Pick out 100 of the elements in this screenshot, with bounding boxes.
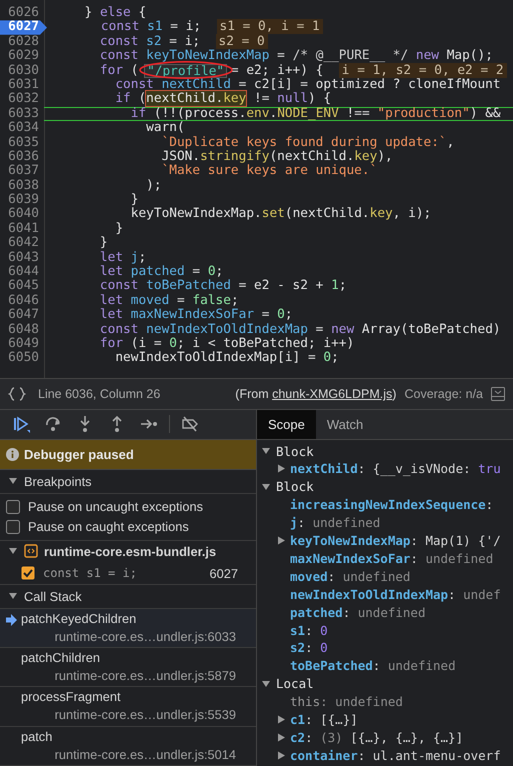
line-number[interactable]: 6031 — [0, 78, 44, 92]
breakpoint-line-number[interactable]: 6027 — [0, 20, 47, 35]
line-number[interactable]: 6045 — [0, 279, 44, 294]
line-number[interactable]: 6030 — [0, 64, 44, 78]
scope-section-title[interactable]: Local — [276, 676, 314, 692]
sidebar-tab[interactable]: Scope — [257, 410, 316, 439]
line-number[interactable]: 6028 — [0, 34, 44, 50]
line-number[interactable]: 6034 — [0, 121, 44, 136]
collapsed-arrow-icon[interactable] — [277, 536, 286, 546]
sidebar-tab[interactable]: Watch — [316, 410, 374, 439]
hover-tooltip: "/profile" — [144, 64, 228, 78]
scope-section-title[interactable]: Block — [276, 444, 314, 458]
scope-variable[interactable]: c1: [{…}] — [290, 712, 358, 728]
source-file-link[interactable]: chunk-XMG6LDPM.js — [272, 387, 392, 401]
checkbox[interactable] — [21, 566, 35, 580]
code-line: let j; — [98, 250, 148, 265]
scope-variable[interactable]: c2: (3) [{…}, {…}, {…}] — [290, 730, 464, 746]
line-number[interactable]: 6049 — [0, 336, 44, 352]
line-number[interactable]: 6050 — [0, 351, 44, 366]
call-frame[interactable]: patchKeyedChildren runtime-core.es…undler.js:6033 — [0, 608, 256, 648]
scope-variable[interactable]: maxNewIndexSoFar: undefined — [290, 551, 494, 566]
scope-variable[interactable]: s2: 0 — [290, 640, 328, 656]
call-frame[interactable]: patchChildren runtime-core.es…undler.js:5879 — [0, 648, 256, 688]
breakpoint-line: 6027 — [210, 566, 238, 581]
checkbox[interactable] — [6, 520, 20, 534]
script-file-icon — [24, 544, 38, 558]
code-line: const nextChild = c2[i] = optimized ? cloneIfMount — [114, 78, 502, 92]
line-number[interactable]: 6043 — [0, 250, 44, 266]
line-number[interactable]: 6033 — [0, 106, 44, 122]
deactivate-breakpoints-icon[interactable] — [181, 415, 199, 434]
scope-variable[interactable]: j: undefined — [290, 515, 380, 530]
scope-variable[interactable]: patched: undefined — [290, 604, 426, 620]
code-line: newIndexToOldIndexMap[i] = 0; — [114, 351, 340, 366]
scope-variable[interactable]: moved: undefined — [290, 568, 410, 584]
checkbox-label[interactable]: Pause on caught exceptions — [28, 519, 189, 534]
resume-icon[interactable] — [12, 415, 30, 434]
expanded-arrow-icon[interactable] — [8, 591, 18, 602]
scope-variable[interactable]: toBePatched: undefined — [290, 658, 456, 674]
code-line: const toBePatched = e2 - s2 + 1; — [98, 279, 348, 294]
call-frame[interactable]: patch runtime-core.es…undler.js:5014 — [0, 726, 256, 766]
frame-location: runtime-core.es…undler.js:6033 — [54, 628, 237, 646]
scope-section-title[interactable]: Block — [276, 479, 314, 494]
line-number[interactable]: 6041 — [0, 222, 44, 236]
function-name: patch — [21, 728, 52, 746]
code-line: const s2 = i; s2 = 0 — [44, 34, 513, 50]
code-line: const newIndexToOldIndexMap = new Array(toBePatched) — [98, 322, 502, 337]
checkbox[interactable] — [6, 500, 20, 514]
collapsed-arrow-icon[interactable] — [277, 715, 286, 724]
code-line: if (!!(process.env.NODE_ENV !== "production") && — [44, 106, 513, 122]
line-number[interactable]: 6046 — [0, 294, 44, 308]
collapsed-arrow-icon[interactable] — [277, 733, 286, 742]
info-icon — [6, 448, 19, 461]
line-number[interactable]: 6035 — [0, 136, 44, 150]
line-number[interactable]: 6047 — [0, 308, 44, 323]
line-number[interactable]: 6026 — [0, 6, 44, 20]
section-title: Call Stack — [24, 588, 82, 604]
collapsed-arrow-icon[interactable] — [277, 750, 286, 760]
call-frame[interactable]: processFragment runtime-core.es…undler.js:5539 — [0, 687, 256, 727]
line-number[interactable]: 6036 — [0, 150, 44, 164]
expanded-arrow-icon[interactable] — [8, 546, 18, 556]
line-number[interactable]: 6037 — [0, 164, 44, 179]
code-line: } — [130, 193, 138, 208]
step-over-icon[interactable] — [44, 415, 62, 434]
code-line: let moved = false; — [98, 294, 240, 308]
line-number[interactable]: 6038 — [0, 178, 44, 194]
code-line: } else { — [84, 6, 148, 20]
expanded-arrow-icon[interactable] — [261, 446, 271, 456]
scope-variable[interactable]: nextChild: {__v_isVNode: tru — [290, 461, 501, 476]
frame-location: runtime-core.es…undler.js:5014 — [54, 746, 237, 764]
code-line: let maxNewIndexSoFar = 0; — [98, 308, 294, 323]
scope-variable[interactable]: increasingNewIndexSequence: — [290, 497, 494, 512]
dock-icon[interactable] — [491, 387, 505, 401]
expanded-arrow-icon[interactable] — [8, 476, 18, 486]
scope-variable[interactable]: container: ul.ant-menu-overf — [290, 748, 501, 763]
line-number[interactable]: 6039 — [0, 193, 44, 208]
collapsed-arrow-icon[interactable] — [277, 464, 286, 474]
scope-variable[interactable]: newIndexToOldIndexMap: undef — [290, 586, 501, 602]
line-number[interactable]: 6040 — [0, 207, 44, 222]
code-line: } — [98, 236, 109, 251]
code-line: } — [114, 222, 124, 236]
pretty-print-icon[interactable] — [8, 387, 26, 401]
line-number[interactable]: 6032 — [0, 92, 44, 107]
code-line: if (nextChild.key != null) { — [114, 92, 332, 107]
code-line: `Make sure keys are unique.` — [160, 164, 378, 179]
scope-variable[interactable]: s1: 0 — [290, 622, 328, 638]
function-name: patchChildren — [21, 649, 100, 668]
scope-variable[interactable]: keyToNewIndexMap: Map(1) {'/ — [290, 533, 501, 548]
line-number[interactable]: 6044 — [0, 265, 44, 280]
checkbox-label[interactable]: Pause on uncaught exceptions — [28, 499, 204, 514]
scope-variable[interactable]: this: undefined — [290, 694, 403, 710]
section-header[interactable]: Breakpoints — [0, 470, 256, 494]
code-line: for (i = 0; i < toBePatched; i++) — [98, 336, 356, 351]
line-number[interactable]: 6029 — [0, 49, 44, 64]
file-name: runtime-core.esm-bundler.js — [44, 544, 216, 559]
breakpoint-code: const s1 = i; — [43, 566, 138, 580]
paused-message: Debugger paused — [24, 446, 134, 462]
line-number[interactable]: 6048 — [0, 322, 44, 337]
expanded-arrow-icon[interactable] — [261, 482, 271, 492]
line-number[interactable]: 6042 — [0, 236, 44, 251]
expanded-arrow-icon[interactable] — [261, 678, 271, 689]
